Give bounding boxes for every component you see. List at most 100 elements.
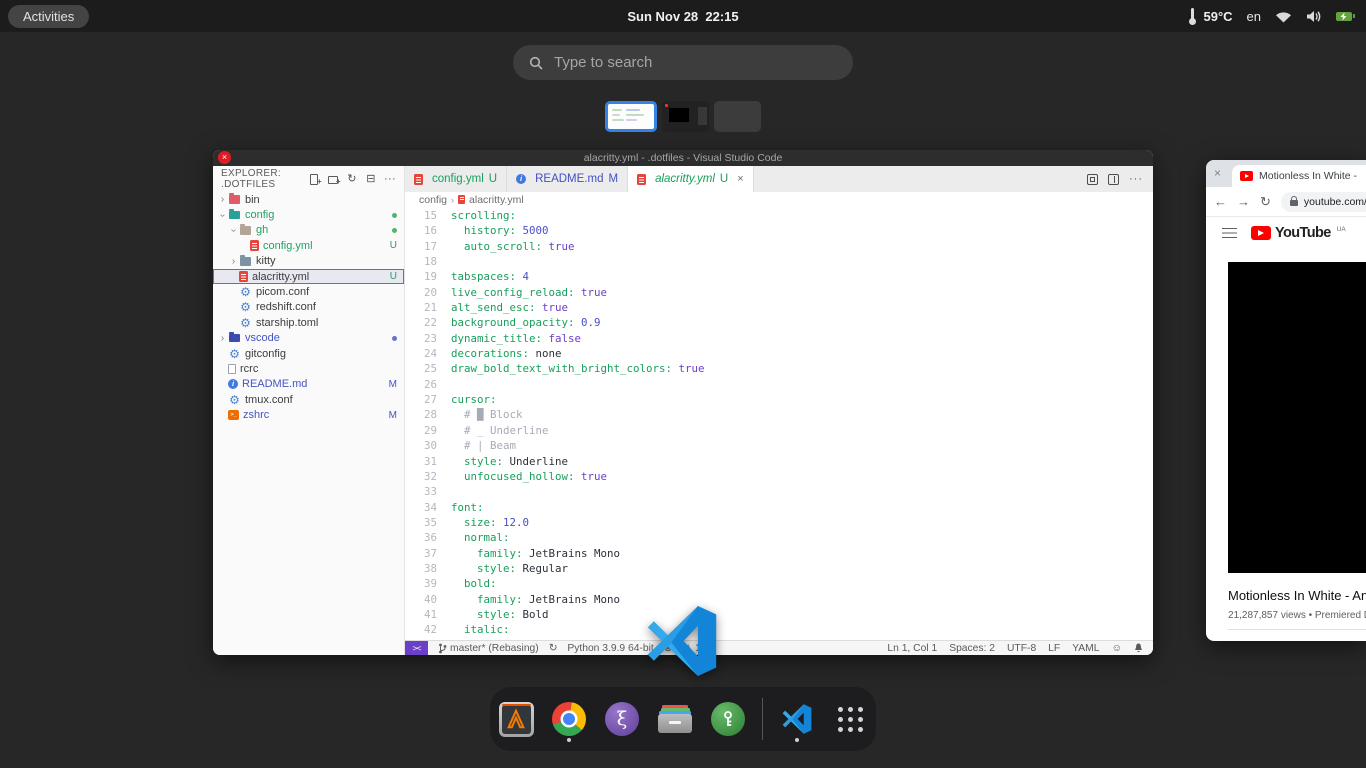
menu-icon[interactable] <box>1222 228 1237 239</box>
video-player[interactable] <box>1228 262 1366 573</box>
dock-files[interactable] <box>656 697 694 741</box>
dock-vscode[interactable] <box>778 697 816 741</box>
youtube-logo[interactable]: YouTube UA <box>1251 225 1346 241</box>
tree-item-bin[interactable]: ›bin <box>213 192 404 207</box>
language-mode-status[interactable]: YAML <box>1072 643 1099 654</box>
git-branch-status[interactable]: master* (Rebasing) <box>438 643 539 654</box>
vscode-logo-drag[interactable] <box>644 602 720 680</box>
eol-status[interactable]: LF <box>1048 643 1060 654</box>
address-bar[interactable]: youtube.com/wa <box>1281 192 1366 212</box>
cursor-position-status[interactable]: Ln 1, Col 1 <box>887 643 937 654</box>
encoding-status[interactable]: UTF-8 <box>1007 643 1036 654</box>
chevron-icon: › <box>228 225 239 236</box>
tree-item-tmux.conf[interactable]: ⚙tmux.conf <box>213 392 404 407</box>
folder-icon <box>229 211 240 220</box>
code-editor[interactable]: 15scrolling:16 history: 500017 auto_scro… <box>405 207 1153 655</box>
forward-icon[interactable]: → <box>1237 194 1250 209</box>
dock-chrome[interactable] <box>550 697 588 741</box>
dock-app-grid[interactable] <box>831 697 869 741</box>
remote-indicator[interactable]: >< <box>405 641 428 655</box>
workspace-thumbnail-3[interactable] <box>714 101 761 132</box>
tree-item-kitty[interactable]: ›kitty <box>213 254 404 269</box>
tree-item-config[interactable]: ›config <box>213 207 404 222</box>
top-bar: Activities Sun Nov 28 22:15 59°C en <box>0 0 1366 32</box>
chrome-tab-youtube[interactable]: Motionless In White - <box>1232 165 1366 187</box>
code-line-18: 18 <box>405 254 1153 269</box>
sync-icon[interactable]: ↻ <box>549 642 558 654</box>
new-folder-icon[interactable] <box>327 173 339 186</box>
editor-more-actions-icon[interactable]: ··· <box>1129 173 1143 185</box>
back-icon[interactable]: ← <box>1214 194 1227 209</box>
folder-icon <box>229 334 240 343</box>
tree-item-label: config.yml <box>263 240 313 252</box>
open-changes-icon[interactable] <box>1087 174 1098 185</box>
tree-item-label: config <box>245 209 274 221</box>
dock-emacs[interactable]: ξ <box>603 697 641 741</box>
keyboard-layout-indicator[interactable]: en <box>1247 9 1261 24</box>
window-close-button[interactable]: × <box>218 151 231 164</box>
indentation-status[interactable]: Spaces: 2 <box>949 643 995 654</box>
breadcrumb-file[interactable]: alacritty.yml <box>469 194 524 206</box>
dock-passwords[interactable] <box>709 697 747 741</box>
tree-item-starship.toml[interactable]: ⚙starship.toml <box>213 315 404 330</box>
code-line-19: 19tabspaces: 4 <box>405 269 1153 284</box>
refresh-icon[interactable]: ↻ <box>346 173 358 186</box>
system-tray[interactable]: 59°C en <box>1188 8 1352 25</box>
tab-close-icon[interactable]: × <box>737 173 743 185</box>
tree-item-config.yml[interactable]: config.ymlU <box>213 238 404 253</box>
new-file-icon[interactable] <box>308 173 320 186</box>
search-input[interactable]: Type to search <box>513 45 853 80</box>
thermometer-icon <box>1188 8 1197 25</box>
workspace-thumbnail-active[interactable] <box>605 101 657 132</box>
tab-config-yml[interactable]: config.yml U <box>405 166 507 192</box>
chevron-icon: › <box>217 333 228 344</box>
python-interpreter-status[interactable]: Python 3.9.9 64-bit <box>567 643 653 654</box>
code-line-34: 34font: <box>405 500 1153 515</box>
tree-item-picom.conf[interactable]: ⚙picom.conf <box>213 284 404 299</box>
tab-alacritty-yml-active[interactable]: alacritty.yml U × <box>628 166 754 192</box>
notifications-bell-icon[interactable] <box>1134 643 1143 653</box>
chevron-right-icon: › <box>451 195 454 205</box>
vscode-window[interactable]: × alacritty.yml - .dotfiles - Visual Stu… <box>213 150 1153 655</box>
volume-icon <box>1306 10 1322 23</box>
search-icon <box>529 56 543 70</box>
tree-item-rcrc[interactable]: rcrc <box>213 361 404 376</box>
workspace-thumbnail-2[interactable] <box>662 101 709 132</box>
folder-icon <box>240 226 251 235</box>
activities-button[interactable]: Activities <box>8 5 89 28</box>
tree-item-label: zshrc <box>243 409 269 421</box>
tree-item-README.md[interactable]: iREADME.mdM <box>213 377 404 392</box>
readme-info-icon: i <box>516 174 526 184</box>
tree-item-label: bin <box>245 194 260 206</box>
chrome-window[interactable]: × Motionless In White - ← → ↻ youtube.co… <box>1206 160 1366 641</box>
app-grid-icon <box>838 707 863 732</box>
vscode-titlebar[interactable]: × alacritty.yml - .dotfiles - Visual Stu… <box>213 150 1153 166</box>
feedback-icon[interactable]: ☺ <box>1111 643 1122 654</box>
tree-item-alacritty.yml[interactable]: alacritty.ymlU <box>213 269 404 284</box>
breadcrumb[interactable]: config › alacritty.yml <box>405 192 1153 207</box>
chevron-icon: › <box>228 256 239 267</box>
line-number: 40 <box>405 592 451 607</box>
more-actions-icon[interactable]: ··· <box>384 173 396 186</box>
workspace-switcher <box>0 101 1366 132</box>
tree-item-vscode[interactable]: ›vscode <box>213 331 404 346</box>
split-editor-icon[interactable] <box>1108 174 1119 185</box>
tab-readme-md[interactable]: i README.md M <box>507 166 628 192</box>
clock[interactable]: Sun Nov 28 22:15 <box>627 9 738 24</box>
dock-alacritty[interactable] <box>497 697 535 741</box>
line-number: 30 <box>405 438 451 453</box>
tab-close-icon[interactable]: × <box>1214 166 1221 180</box>
tree-item-zshrc[interactable]: >_zshrcM <box>213 407 404 422</box>
code-line-30: 30 # | Beam <box>405 438 1153 453</box>
wifi-icon <box>1275 10 1292 23</box>
tree-item-gitconfig[interactable]: ⚙gitconfig <box>213 346 404 361</box>
collapse-folders-icon[interactable]: ⊟ <box>365 173 377 186</box>
tree-item-redshift.conf[interactable]: ⚙redshift.conf <box>213 300 404 315</box>
breadcrumb-folder[interactable]: config <box>419 194 447 206</box>
code-line-22: 22background_opacity: 0.9 <box>405 315 1153 330</box>
code-line-28: 28 # █ Block <box>405 407 1153 422</box>
code-line-21: 21alt_send_esc: true <box>405 300 1153 315</box>
reload-icon[interactable]: ↻ <box>1260 194 1271 210</box>
tree-item-gh[interactable]: ›gh <box>213 223 404 238</box>
tree-item-label: rcrc <box>240 363 258 375</box>
